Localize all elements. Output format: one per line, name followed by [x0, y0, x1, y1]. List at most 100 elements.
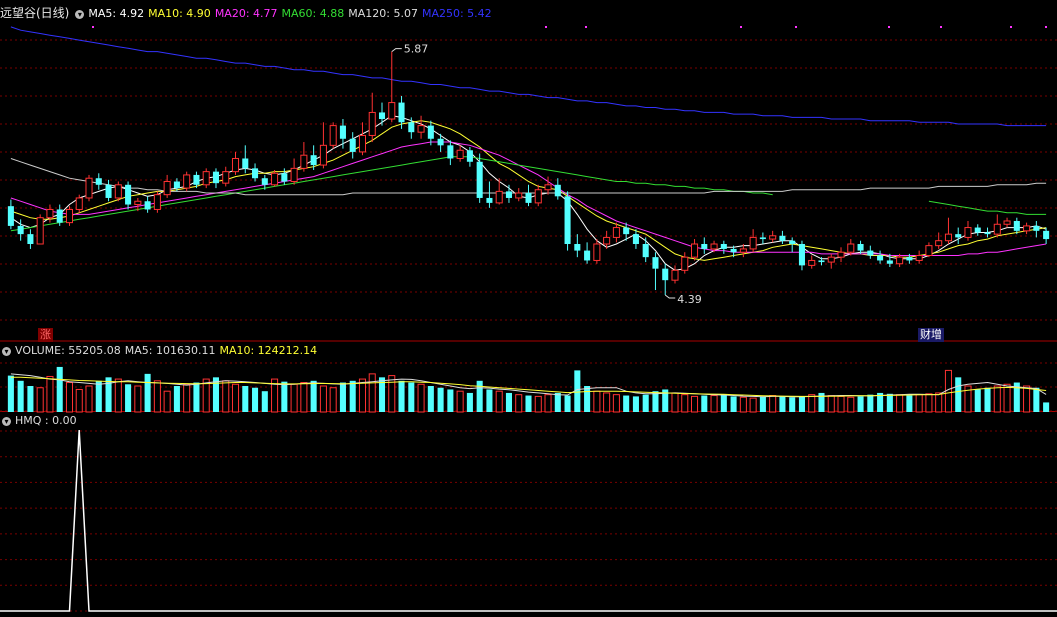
stock-chart-canvas[interactable]: 5.87 4.39 — [0, 0, 1057, 617]
volume-bar — [1033, 387, 1040, 412]
volume-bar — [231, 383, 240, 413]
candle-body — [85, 177, 93, 199]
candle-body — [935, 240, 943, 247]
extreme-pointer — [664, 294, 676, 299]
volume-bar — [134, 385, 142, 413]
volume-bar — [525, 395, 532, 412]
candle-body — [632, 234, 639, 244]
volume-bar — [437, 387, 444, 412]
volume-bar — [456, 390, 464, 413]
volume-bar — [319, 385, 327, 413]
volume-bar — [612, 394, 620, 413]
volume-bar — [652, 391, 659, 412]
signal-dot — [585, 26, 587, 28]
candle-body — [691, 243, 699, 258]
candle-body — [134, 200, 142, 206]
candle-body — [769, 235, 777, 240]
volume-bar — [310, 380, 317, 412]
candle-body — [701, 244, 708, 249]
hmq-line — [0, 429, 1057, 612]
candle-body — [993, 223, 1001, 235]
candle-body — [798, 244, 805, 266]
signal-dot — [888, 26, 890, 28]
candle-body — [7, 206, 14, 226]
candle-body — [808, 259, 816, 266]
candle-body — [105, 184, 112, 198]
signal-dot — [1045, 26, 1047, 28]
candle-body — [944, 233, 952, 242]
volume-bar — [163, 390, 171, 413]
candle-body — [290, 167, 298, 183]
volume-bar — [925, 393, 933, 413]
volume-bar — [798, 396, 805, 412]
candle-body — [212, 171, 220, 184]
candle-body — [163, 181, 171, 196]
candle-body — [906, 257, 913, 261]
volume-bar — [974, 389, 981, 412]
volume-bar — [935, 392, 943, 413]
candle-body — [183, 174, 191, 189]
volume-bar — [720, 394, 727, 412]
extreme-pointer — [391, 48, 402, 52]
volume-bar — [769, 395, 777, 413]
candle-body — [955, 234, 962, 238]
candle-body — [544, 184, 552, 191]
candle-body — [222, 171, 230, 184]
candle-body — [231, 157, 240, 173]
candle-body — [984, 232, 991, 235]
candle-body — [310, 155, 317, 166]
volume-bar — [915, 394, 923, 413]
volume-bar — [544, 394, 552, 413]
volume-bar — [710, 395, 718, 413]
volume-bar — [358, 378, 366, 413]
candle-body — [202, 171, 210, 186]
volume-bar — [1043, 402, 1050, 412]
candle-body — [720, 244, 727, 249]
finance-tag: 财增 — [918, 328, 944, 342]
candle-body — [17, 225, 24, 235]
volume-bar — [584, 386, 591, 412]
volume-bar — [896, 394, 904, 413]
candle-body — [857, 244, 864, 251]
volume-bar — [603, 392, 611, 413]
volume-bar — [261, 391, 268, 412]
candle-body — [681, 256, 689, 271]
volume-bar — [290, 383, 298, 413]
volume-bar — [642, 394, 649, 412]
volume-bar — [505, 392, 512, 412]
volume-bar — [759, 396, 766, 412]
volume-bar — [447, 389, 454, 412]
volume-bar — [242, 386, 249, 412]
candle-body — [252, 168, 259, 179]
candle-body — [65, 208, 74, 224]
signal-dot — [940, 26, 942, 28]
volume-bar — [984, 387, 991, 412]
candle-body — [925, 245, 933, 257]
volume-bar — [906, 395, 913, 412]
candle-body — [349, 138, 356, 152]
candle-body — [612, 227, 620, 238]
candle-body — [671, 269, 679, 281]
candle-body — [398, 102, 405, 123]
volume-bar — [7, 375, 14, 412]
candle-body — [153, 194, 161, 210]
volume-bar — [867, 394, 874, 412]
volume-bar — [408, 382, 415, 412]
candle-body — [1013, 220, 1020, 231]
volume-bar — [85, 385, 93, 413]
volume-bar — [281, 381, 288, 412]
candle-body — [877, 255, 884, 261]
signal-dot — [740, 26, 742, 28]
candle-body — [915, 255, 923, 261]
candle-body — [358, 134, 366, 153]
volume-bar — [329, 387, 337, 413]
candle-body — [974, 227, 981, 233]
signal-dot — [92, 26, 94, 28]
volume-bar — [65, 382, 74, 413]
volume-bar — [593, 390, 601, 413]
candle-body — [427, 125, 434, 139]
candle-body — [847, 243, 855, 253]
volume-bar — [114, 378, 122, 413]
volume-bar — [173, 386, 180, 412]
candle-body — [964, 227, 972, 238]
